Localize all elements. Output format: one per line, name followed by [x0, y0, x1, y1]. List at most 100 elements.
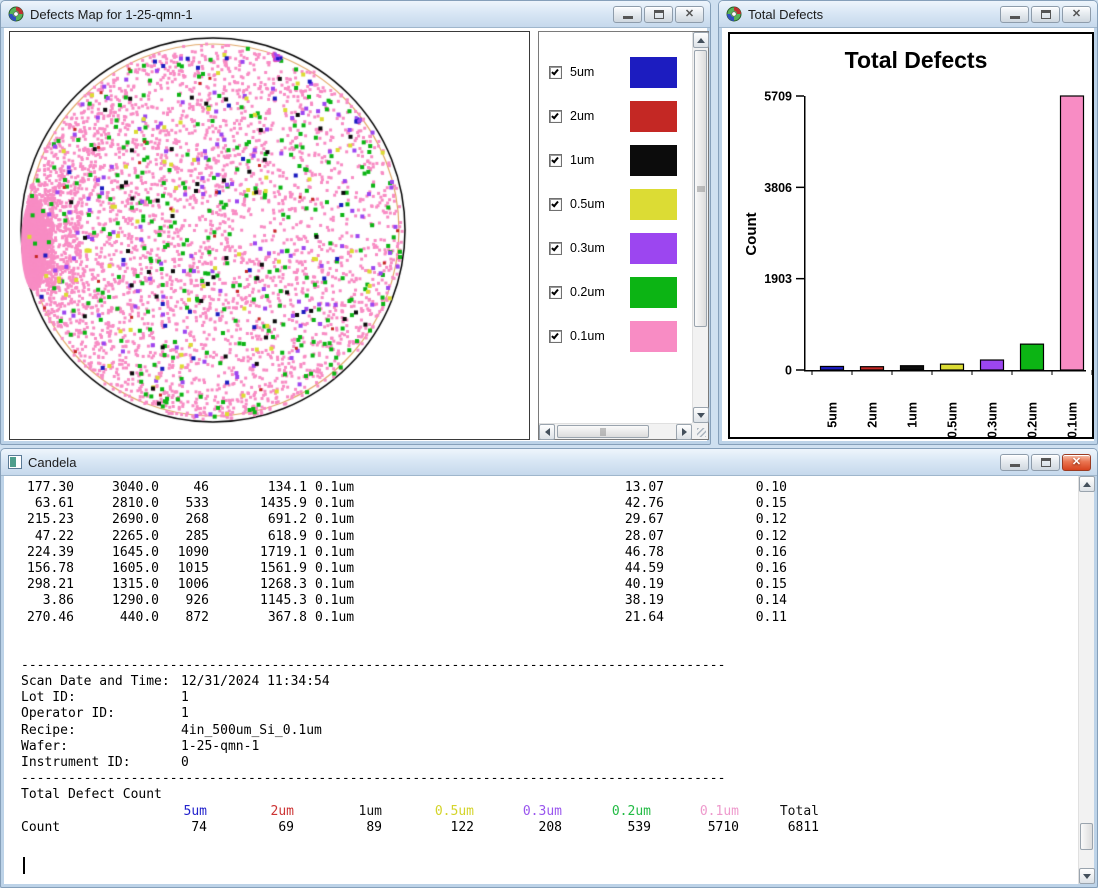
defect-data-row: 47.222265.0285618.90.1um28.070.12 — [21, 529, 1078, 545]
y-tick-label: 3806 — [764, 181, 792, 195]
defect-data-row: 298.211315.010061268.30.1um40.190.15 — [21, 577, 1078, 593]
arrow-down-icon — [1083, 874, 1091, 879]
scroll-left-button[interactable] — [539, 424, 555, 440]
minimize-button[interactable] — [1000, 454, 1029, 471]
size-column-header: 1um — [294, 804, 382, 820]
arrow-right-icon — [682, 428, 687, 436]
checkbox-1um[interactable] — [549, 154, 562, 167]
maximize-button[interactable] — [644, 6, 673, 23]
total-defects-titlebar[interactable]: Total Defects ✕ — [719, 1, 1097, 28]
window-title: Total Defects — [748, 7, 1000, 22]
chart-title: Total Defects — [845, 47, 988, 73]
candela-titlebar[interactable]: Candela ✕ — [1, 449, 1097, 476]
legend-rows: 5um2um1um0.5um0.3um0.2um0.1um — [539, 32, 692, 423]
defects-map-content: 5um2um1um0.5um0.3um0.2um0.1um — [4, 28, 707, 441]
count-value: 69 — [207, 820, 294, 836]
color-swatch-5um — [630, 57, 677, 88]
legend-label: 0.1um — [570, 329, 605, 343]
separator-line: ----------------------------------------… — [21, 658, 1078, 674]
total-defects-content: Total DefectsCount01903380657095um2um1um… — [722, 28, 1094, 441]
scrollbar-thumb[interactable] — [1080, 823, 1093, 850]
count-value: 74 — [96, 820, 207, 836]
size-column-header: 0.2um — [562, 804, 651, 820]
x-category-label: 0.1um — [1066, 402, 1080, 437]
bar-0.5um — [941, 364, 964, 370]
scrollbar-thumb[interactable] — [557, 425, 649, 438]
minimize-button[interactable] — [1000, 6, 1029, 23]
size-column-header: 0.5um — [382, 804, 474, 820]
minimize-button[interactable] — [613, 6, 642, 23]
thumb-grip — [601, 428, 606, 436]
scan-info-row-recipe-: Recipe:4in_500um_Si_0.1um — [21, 723, 1078, 739]
defect-data-row: 63.612810.05331435.90.1um42.760.15 — [21, 496, 1078, 512]
legend-item-1um: 1um — [539, 144, 689, 176]
checkbox-0.3um[interactable] — [549, 242, 562, 255]
legend-item-5um: 5um — [539, 56, 689, 88]
count-value: 5710 — [651, 820, 739, 836]
bar-0.3um — [981, 360, 1004, 370]
scroll-right-button[interactable] — [676, 424, 692, 440]
y-axis-label: Count — [743, 212, 760, 255]
scroll-down-button[interactable] — [693, 407, 709, 423]
scroll-up-button[interactable] — [693, 32, 709, 48]
window-title: Candela — [28, 455, 1000, 470]
total-count-values-row: Count74698912220853957106811 — [21, 820, 1078, 836]
checkbox-0.5um[interactable] — [549, 198, 562, 211]
close-button[interactable]: ✕ — [675, 6, 704, 23]
arrow-down-icon — [697, 413, 705, 418]
close-button[interactable]: ✕ — [1062, 454, 1091, 471]
defects-map-titlebar[interactable]: Defects Map for 1-25-qmn-1 ✕ — [1, 1, 710, 28]
bar-5um — [821, 366, 844, 370]
arrow-up-icon — [1083, 482, 1091, 487]
thumb-grip — [697, 186, 705, 191]
legend-item-2um: 2um — [539, 100, 689, 132]
scan-info-block: Scan Date and Time:12/31/2024 11:34:54Lo… — [21, 674, 1078, 771]
size-column-header: Total — [739, 804, 819, 820]
minimize-icon — [1010, 464, 1020, 467]
scan-info-row-scan-date-and-time-: Scan Date and Time:12/31/2024 11:34:54 — [21, 674, 1078, 690]
defect-data-row: 177.303040.046134.10.1um13.070.10 — [21, 480, 1078, 496]
x-category-label: 0.2um — [1026, 402, 1040, 437]
wafer-map-panel — [9, 31, 530, 440]
checkbox-0.1um[interactable] — [549, 330, 562, 343]
color-swatch-0.2um — [630, 277, 677, 308]
defect-data-row: 270.46440.0872367.80.1um21.640.11 — [21, 610, 1078, 626]
total-defects-bar-chart: Total DefectsCount01903380657095um2um1um… — [730, 34, 1092, 437]
legend-item-0.5um: 0.5um — [539, 188, 689, 220]
close-icon: ✕ — [685, 9, 694, 20]
legend-label: 1um — [570, 153, 594, 167]
count-value: 122 — [382, 820, 474, 836]
scrollbar-thumb[interactable] — [694, 50, 707, 327]
legend-item-0.3um: 0.3um — [539, 232, 689, 264]
scan-info-row-wafer-: Wafer:1-25-qmn-1 — [21, 739, 1078, 755]
maximize-icon — [1041, 458, 1051, 467]
candela-vertical-scrollbar[interactable] — [1078, 476, 1094, 884]
close-button[interactable]: ✕ — [1062, 6, 1091, 23]
separator-line: ----------------------------------------… — [21, 771, 1078, 787]
checkbox-2um[interactable] — [549, 110, 562, 123]
minimize-icon — [1010, 16, 1020, 19]
y-tick-label: 0 — [785, 364, 792, 378]
checkbox-5um[interactable] — [549, 66, 562, 79]
checkbox-0.2um[interactable] — [549, 286, 562, 299]
check-icon — [551, 68, 559, 76]
bar-0.1um — [1061, 96, 1084, 370]
color-swatch-2um — [630, 101, 677, 132]
color-swatch-0.5um — [630, 189, 677, 220]
defect-data-rows: 177.303040.046134.10.1um13.070.1063.6128… — [21, 480, 1078, 626]
scan-info-row-instrument-id-: Instrument ID:0 — [21, 755, 1078, 771]
maximize-button[interactable] — [1031, 454, 1060, 471]
count-value: 89 — [294, 820, 382, 836]
scroll-down-button[interactable] — [1079, 868, 1095, 884]
legend-vertical-scrollbar[interactable] — [692, 32, 708, 423]
scroll-up-button[interactable] — [1079, 476, 1095, 492]
legend-horizontal-scrollbar[interactable] — [539, 423, 692, 439]
count-value: 208 — [474, 820, 562, 836]
size-column-header: 0.1um — [651, 804, 739, 820]
resize-grip[interactable] — [692, 423, 708, 439]
window-title: Defects Map for 1-25-qmn-1 — [30, 7, 613, 22]
check-icon — [551, 156, 559, 164]
maximize-button[interactable] — [1031, 6, 1060, 23]
size-column-header: 0.3um — [474, 804, 562, 820]
text-cursor — [23, 857, 25, 874]
